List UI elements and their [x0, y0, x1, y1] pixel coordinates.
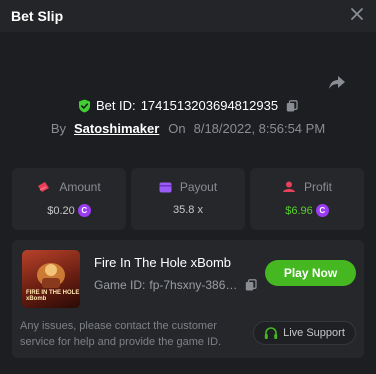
- live-support-button[interactable]: Live Support: [253, 321, 356, 345]
- game-id-row: Game ID: fp-7hsxny-3867...: [94, 278, 258, 292]
- copy-icon[interactable]: [245, 279, 258, 291]
- on-label: On: [168, 121, 186, 136]
- bet-id-row: Bet ID: 174151320369481293​5: [0, 98, 376, 113]
- bet-id-value: 174151320369481293​5: [140, 98, 279, 113]
- copy-icon[interactable]: [286, 99, 298, 112]
- coin-icon: C: [77, 204, 91, 217]
- by-label: By: [50, 121, 66, 136]
- play-now-button[interactable]: Play Now: [265, 260, 356, 286]
- bet-datetime: 8/18/2022, 8:56:54 PM: [193, 121, 326, 136]
- stat-amount: Amount $0.20 C: [12, 168, 126, 230]
- header: Bet Slip: [0, 0, 376, 32]
- amount-label: Amount: [59, 180, 101, 194]
- close-icon[interactable]: [350, 7, 364, 21]
- payout-label: Payout: [179, 180, 218, 194]
- game-thumbnail[interactable]: FIRE IN THE HOLE xBomb: [22, 250, 80, 308]
- bet-stats: Amount $0.20 C Payout 35.8 x Profit $6.9…: [12, 168, 364, 230]
- support-notice: Any issues, please contact the customer …: [20, 320, 222, 348]
- coin-icon: C: [315, 204, 329, 217]
- shield-check-icon: [78, 99, 90, 112]
- game-title: Fire In The Hole xBomb: [94, 255, 232, 270]
- amount-value: $0.20: [47, 204, 75, 217]
- username-link[interactable]: Satoshimaker: [74, 121, 159, 136]
- stat-payout: Payout 35.8 x: [131, 168, 245, 230]
- share-icon[interactable]: [328, 73, 346, 91]
- headset-icon: [264, 326, 278, 339]
- game-logo-text: FIRE IN THE HOLE xBomb: [26, 290, 80, 302]
- game-id-value: fp-7hsxny-3867...: [149, 278, 242, 292]
- live-support-label: Live Support: [283, 327, 345, 339]
- wallet-icon: [159, 182, 172, 192]
- game-card: FIRE IN THE HOLE xBomb Fire In The Hole …: [12, 240, 364, 358]
- cash-icon: [38, 182, 50, 192]
- payout-value: 35.8 x: [173, 204, 203, 216]
- game-id-label: Game ID:: [94, 278, 146, 292]
- bet-author-row: By Satoshimaker On 8/18/2022, 8:56:54 PM: [0, 121, 376, 136]
- stat-profit: Profit $6.96 C: [250, 168, 364, 230]
- dialog-title: Bet Slip: [11, 8, 64, 24]
- profit-value: $6.96: [285, 204, 313, 217]
- bet-id-label: Bet ID:: [95, 98, 136, 113]
- profit-icon: [282, 181, 295, 192]
- profit-label: Profit: [303, 180, 332, 194]
